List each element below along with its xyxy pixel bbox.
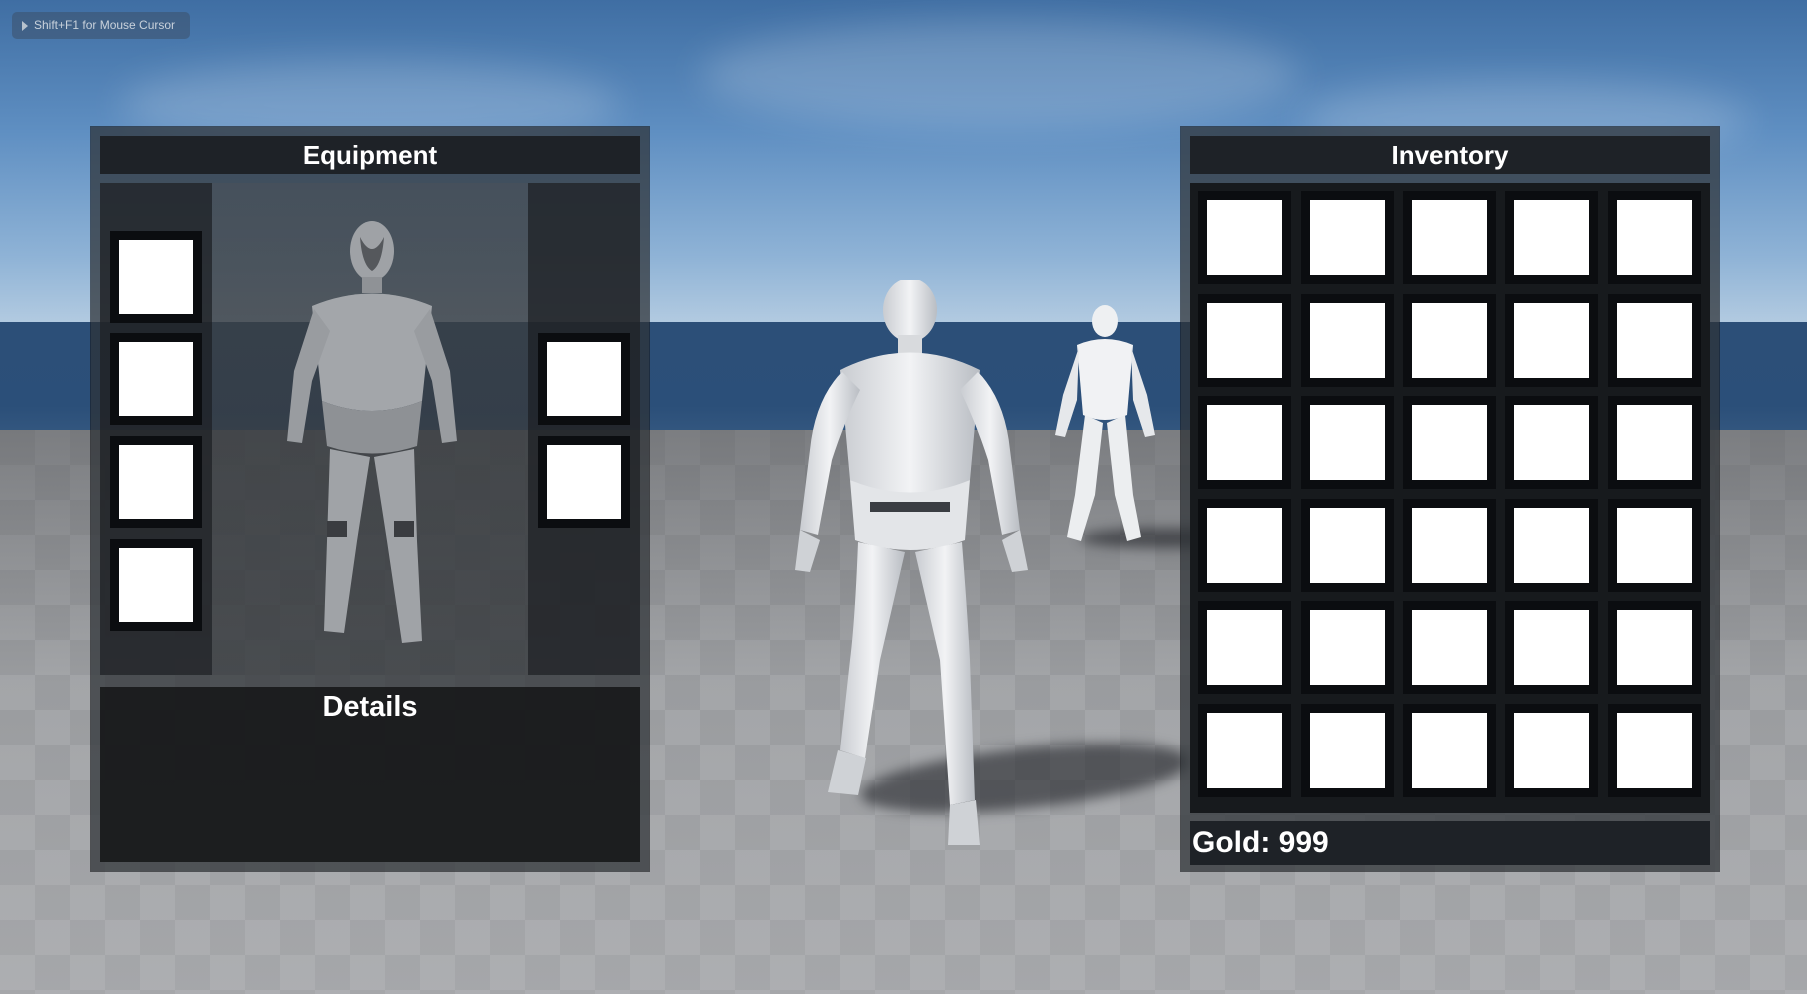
slot-empty-fill (1412, 200, 1487, 275)
slot-empty-fill (1310, 200, 1385, 275)
details-section: Details (100, 687, 640, 862)
inventory-slot[interactable] (1301, 499, 1394, 592)
slot-empty-fill (1514, 303, 1589, 378)
character-preview (212, 183, 528, 675)
equipment-slot[interactable] (110, 333, 202, 425)
inventory-slot[interactable] (1608, 294, 1701, 387)
slot-empty-fill (1617, 610, 1692, 685)
slot-empty-fill (1617, 713, 1692, 788)
inventory-slot[interactable] (1403, 601, 1496, 694)
slot-empty-fill (547, 342, 621, 416)
equipment-slot[interactable] (538, 436, 630, 528)
slot-empty-fill (1207, 610, 1282, 685)
inventory-slot[interactable] (1505, 294, 1598, 387)
inventory-title: Inventory (1190, 136, 1710, 174)
character-preview-model (287, 221, 457, 643)
inventory-grid (1190, 183, 1710, 813)
inventory-slot[interactable] (1198, 601, 1291, 694)
slot-empty-fill (1514, 508, 1589, 583)
slot-empty-fill (1412, 508, 1487, 583)
inventory-slot[interactable] (1198, 499, 1291, 592)
slot-empty-fill (1207, 508, 1282, 583)
inventory-slot[interactable] (1301, 704, 1394, 797)
equipment-left-slot-column (100, 183, 212, 675)
inventory-slot[interactable] (1505, 704, 1598, 797)
slot-empty-fill (1514, 200, 1589, 275)
hint-text: Shift+F1 for Mouse Cursor (34, 18, 176, 32)
inventory-slot[interactable] (1608, 499, 1701, 592)
details-title: Details (322, 691, 418, 723)
slot-empty-fill (119, 240, 193, 314)
inventory-slot[interactable] (1198, 294, 1291, 387)
slot-empty-fill (1207, 303, 1282, 378)
slot-empty-fill (1207, 200, 1282, 275)
player-character (795, 280, 1028, 845)
slot-empty-fill (1310, 303, 1385, 378)
slot-empty-fill (119, 445, 193, 519)
inventory-slot[interactable] (1608, 191, 1701, 284)
inventory-slot[interactable] (1403, 704, 1496, 797)
slot-empty-fill (1617, 508, 1692, 583)
cloud (700, 20, 1300, 130)
equipment-slot[interactable] (110, 539, 202, 631)
npc-character (1055, 305, 1155, 541)
slot-empty-fill (1514, 713, 1589, 788)
play-triangle-icon (22, 20, 28, 31)
slot-empty-fill (1412, 405, 1487, 480)
slot-empty-fill (119, 548, 193, 622)
inventory-slot[interactable] (1301, 396, 1394, 489)
inventory-slot[interactable] (1198, 704, 1291, 797)
slot-empty-fill (1310, 405, 1385, 480)
inventory-panel: Inventory Gold: 999 (1181, 127, 1719, 871)
inventory-slot[interactable] (1403, 396, 1496, 489)
slot-empty-fill (1617, 303, 1692, 378)
inventory-slot[interactable] (1608, 601, 1701, 694)
equipment-slot[interactable] (538, 333, 630, 425)
inventory-slot[interactable] (1505, 601, 1598, 694)
equipment-slot[interactable] (110, 231, 202, 323)
slot-empty-fill (1310, 610, 1385, 685)
slot-empty-fill (1412, 610, 1487, 685)
slot-empty-fill (119, 342, 193, 416)
inventory-slot[interactable] (1403, 294, 1496, 387)
slot-empty-fill (1412, 303, 1487, 378)
slot-empty-fill (1207, 713, 1282, 788)
slot-empty-fill (1412, 713, 1487, 788)
inventory-slot[interactable] (1608, 396, 1701, 489)
inventory-slot[interactable] (1403, 499, 1496, 592)
inventory-slot[interactable] (1608, 704, 1701, 797)
slot-empty-fill (1514, 610, 1589, 685)
slot-empty-fill (1207, 405, 1282, 480)
inventory-slot[interactable] (1403, 191, 1496, 284)
slot-empty-fill (547, 445, 621, 519)
slot-empty-fill (1310, 508, 1385, 583)
inventory-slot[interactable] (1301, 191, 1394, 284)
equipment-panel: Equipment Details (91, 127, 649, 871)
slot-empty-fill (1617, 405, 1692, 480)
inventory-slot[interactable] (1505, 499, 1598, 592)
equipment-right-slot-column (528, 183, 640, 675)
inventory-slot[interactable] (1505, 396, 1598, 489)
inventory-slot[interactable] (1301, 601, 1394, 694)
slot-empty-fill (1310, 713, 1385, 788)
equipment-title: Equipment (100, 136, 640, 174)
gold-counter: Gold: 999 (1190, 821, 1710, 865)
inventory-slot[interactable] (1198, 191, 1291, 284)
slot-empty-fill (1617, 200, 1692, 275)
equipment-slot[interactable] (110, 436, 202, 528)
mouse-cursor-hint: Shift+F1 for Mouse Cursor (12, 12, 190, 39)
inventory-slot[interactable] (1198, 396, 1291, 489)
inventory-slot[interactable] (1301, 294, 1394, 387)
inventory-slot[interactable] (1505, 191, 1598, 284)
slot-empty-fill (1514, 405, 1589, 480)
